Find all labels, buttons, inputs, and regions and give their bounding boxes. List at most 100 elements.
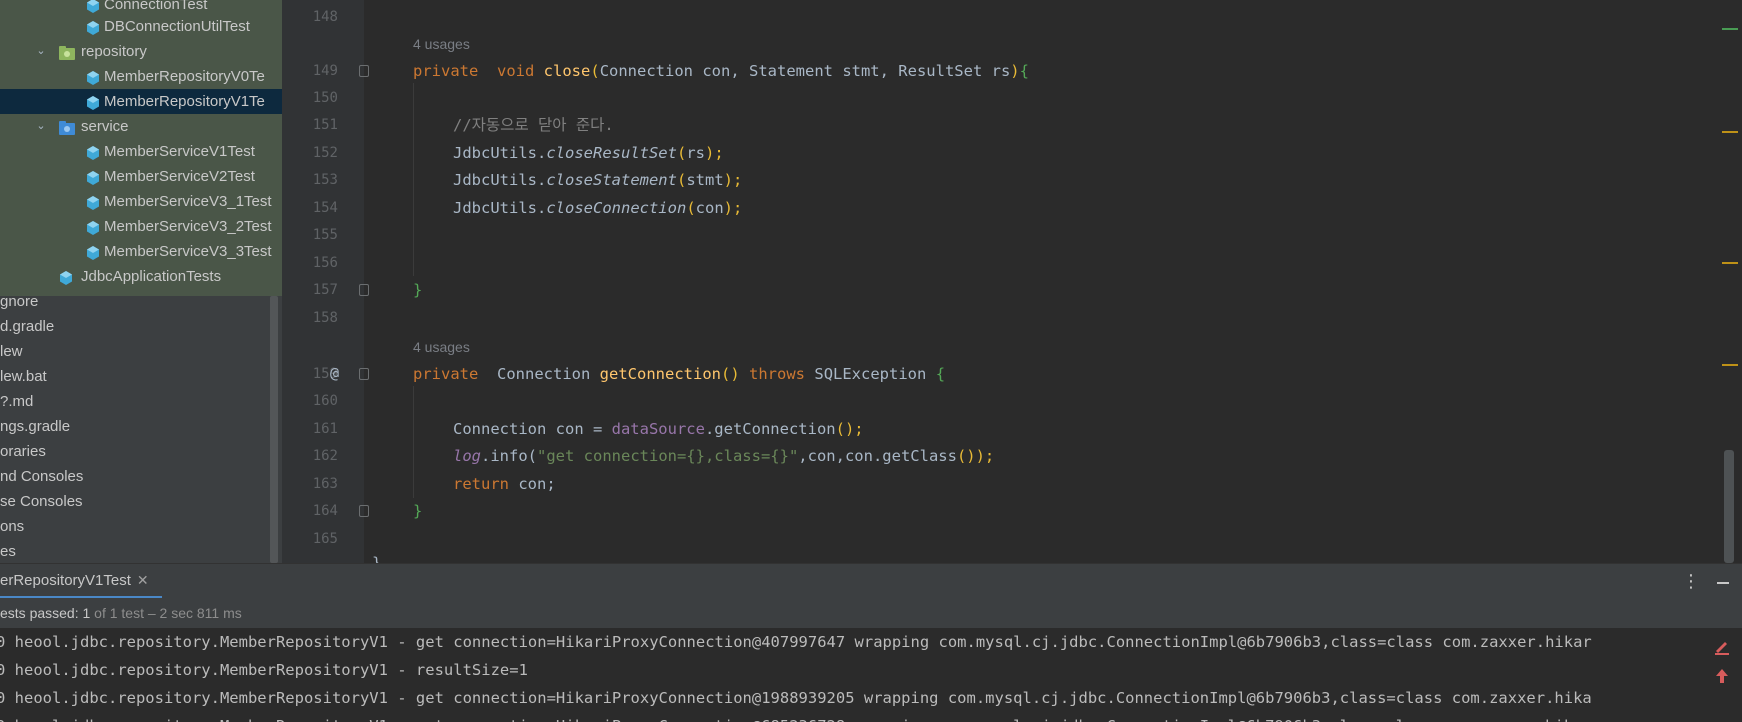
- tree-item-memberservicev3-2test[interactable]: MemberServiceV3_2Test: [0, 214, 282, 239]
- code-token: con;: [509, 475, 556, 493]
- tree-item-label: MemberServiceV1Test: [104, 143, 255, 160]
- console-line: 0 heool.jdbc.repository.MemberRepository…: [0, 661, 528, 679]
- chevron-down-icon[interactable]: ⌄: [35, 120, 47, 132]
- pin-icon[interactable]: [1712, 636, 1732, 656]
- fold-marker-icon[interactable]: [359, 284, 369, 296]
- code-token: ,con,con.getClass: [798, 447, 957, 465]
- code-token: (: [686, 199, 696, 217]
- console-output[interactable]: 0 heool.jdbc.repository.MemberRepository…: [0, 628, 1702, 722]
- code-token: rs: [686, 144, 705, 162]
- line-number: 151: [312, 117, 338, 133]
- tree-item-label: MemberRepositoryV1Te: [104, 93, 265, 110]
- run-tab-bar: erRepositoryV1Test ✕ ⋮: [0, 563, 1742, 599]
- fold-marker-icon[interactable]: [359, 505, 369, 517]
- tree-item-memberrepositoryv1test[interactable]: MemberRepositoryV1Te: [0, 89, 282, 114]
- code-token: ();: [835, 420, 864, 438]
- tree-item-label: nd Consoles: [0, 468, 84, 485]
- tree-item-memberservicev2test[interactable]: MemberServiceV2Test: [0, 164, 282, 189]
- tree-item-dbconnectionutil-test[interactable]: DBConnectionUtilTest: [0, 14, 282, 39]
- usages-hint[interactable]: 4 usages: [413, 34, 470, 54]
- test-class-icon: [85, 244, 101, 260]
- override-marker-icon[interactable]: @: [330, 364, 339, 382]
- console-side-toolbar: [1702, 628, 1742, 722]
- tree-item-label: MemberRepositoryV0Te: [104, 68, 265, 85]
- tree-scrollbar[interactable]: [270, 296, 278, 563]
- indent-guide: [413, 83, 414, 276]
- line-number: 158: [312, 310, 338, 326]
- test-class-icon: [85, 94, 101, 110]
- tree-item-database-consoles[interactable]: se Consoles: [0, 489, 282, 514]
- tree-item-memberservicev3-3test[interactable]: MemberServiceV3_3Test: [0, 239, 282, 264]
- tree-item-label: JdbcApplicationTests: [81, 268, 222, 285]
- indent-guide: [413, 386, 414, 498]
- tree-item-label: ?.md: [0, 393, 34, 410]
- tree-item-repository[interactable]: ⌄ repository: [0, 39, 282, 64]
- code-line-152: JdbcUtils.closeResultSet(rs);: [453, 141, 724, 165]
- minimize-icon[interactable]: [1716, 573, 1730, 591]
- tree-item-label: lew: [0, 343, 23, 360]
- tree-item-memberservicev1test[interactable]: MemberServiceV1Test: [0, 139, 282, 164]
- code-editor[interactable]: 148 149 150 151 152 153 154 155 156 157 …: [282, 0, 1742, 563]
- line-number: 157: [312, 282, 338, 298]
- code-token: log: [453, 447, 481, 465]
- test-class-icon: [85, 0, 101, 13]
- tree-item-service[interactable]: ⌄ service: [0, 114, 282, 139]
- warning-mark[interactable]: [1722, 131, 1738, 133]
- line-number: 148: [312, 9, 338, 25]
- package-icon: [58, 119, 75, 135]
- console-line: 0 heool.jdbc.repository.MemberRepository…: [0, 712, 1582, 722]
- tree-item-settings-gradle[interactable]: ngs.gradle: [0, 414, 282, 439]
- ok-mark[interactable]: [1722, 28, 1738, 30]
- code-line-166: }: [372, 554, 382, 563]
- line-number: 165: [312, 531, 338, 547]
- code-token: );: [723, 171, 743, 189]
- code-token: void: [497, 62, 535, 80]
- code-token: (: [590, 62, 600, 80]
- fold-marker-icon[interactable]: [359, 368, 369, 380]
- close-icon[interactable]: ✕: [137, 572, 149, 588]
- code-token: Connection con, Statement stmt, ResultSe…: [599, 62, 1011, 80]
- fold-marker-icon[interactable]: [359, 65, 369, 77]
- test-class-icon: [58, 269, 74, 285]
- line-number: 163: [312, 476, 338, 492]
- tree-item-build-gradle[interactable]: d.gradle: [0, 314, 282, 339]
- code-token: closeConnection: [546, 199, 687, 217]
- test-class-icon: [85, 194, 101, 210]
- tree-item-gitignore[interactable]: gnore: [0, 289, 282, 314]
- more-vertical-icon[interactable]: ⋮: [1682, 571, 1700, 593]
- tree-item-memberservicev3-1test[interactable]: MemberServiceV3_1Test: [0, 189, 282, 214]
- tree-item-memberrepositoryv0test[interactable]: MemberRepositoryV0Te: [0, 64, 282, 89]
- line-number: 154: [312, 200, 338, 216]
- tree-item-scratches[interactable]: es: [0, 539, 282, 563]
- tree-item-label: lew.bat: [0, 368, 47, 385]
- warning-mark[interactable]: [1722, 262, 1738, 264]
- scroll-up-icon[interactable]: [1712, 666, 1732, 686]
- tree-item-label: MemberServiceV3_1Test: [104, 193, 272, 210]
- code-token: con: [695, 199, 724, 217]
- tree-item-extensions[interactable]: ons: [0, 514, 282, 539]
- warning-mark[interactable]: [1722, 364, 1738, 366]
- usages-hint[interactable]: 4 usages: [413, 337, 470, 357]
- code-token: closeStatement: [546, 171, 677, 189]
- code-token: JdbcUtils.: [453, 199, 547, 217]
- code-line-154: JdbcUtils.closeConnection(con);: [453, 196, 742, 220]
- editor-scrollbar[interactable]: [1724, 450, 1734, 563]
- line-number: 152: [312, 145, 338, 161]
- tree-item-label: se Consoles: [0, 493, 83, 510]
- project-tree: ConnectionTest DBConnectionUtilTest ⌄ re…: [0, 0, 282, 563]
- tree-item-gradlew[interactable]: lew: [0, 339, 282, 364]
- code-token: (): [721, 365, 740, 383]
- tree-item-external-libraries[interactable]: oraries: [0, 439, 282, 464]
- code-token: ): [1010, 62, 1020, 80]
- code-token: .getConnection: [704, 420, 836, 438]
- tree-item-gradlew-bat[interactable]: lew.bat: [0, 364, 282, 389]
- tree-item-label: MemberServiceV3_3Test: [104, 243, 272, 260]
- tree-item-scratches-consoles[interactable]: nd Consoles: [0, 464, 282, 489]
- tree-item-help-md[interactable]: ?.md: [0, 389, 282, 414]
- code-token: SQLException: [814, 365, 927, 383]
- chevron-down-icon[interactable]: ⌄: [35, 45, 47, 57]
- run-tab[interactable]: erRepositoryV1Test ✕: [0, 564, 162, 599]
- tree-item-label: d.gradle: [0, 318, 55, 335]
- code-token: private: [413, 365, 479, 383]
- tree-item-jdbcapplicationtests[interactable]: JdbcApplicationTests: [0, 264, 282, 289]
